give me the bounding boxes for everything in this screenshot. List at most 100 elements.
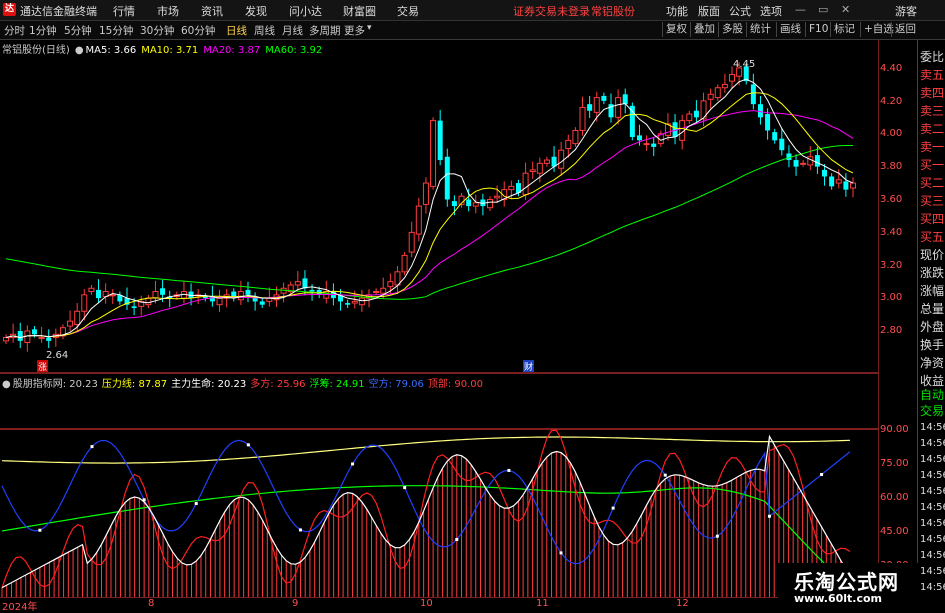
candle-body [302,278,308,289]
main-legend: 常铝股份(日线) ● MA5: 3.66 MA10: 3.71 MA20: 3.87 MA… [2,41,327,56]
btn-fuquan[interactable]: 复权 [662,22,690,37]
price-tick: 2.80 [880,325,903,336]
candle-body [587,104,593,111]
candle-body [843,181,849,190]
candle-body [131,306,137,308]
candle-body [615,97,622,118]
candle-body [466,199,472,207]
btn-back[interactable]: 返回 [891,22,919,37]
tick-time: 14:56 [920,438,945,449]
kongfang-marker [559,551,563,555]
side-change: 涨跌 [920,266,945,280]
period-toolbar: 分时 1分钟 5分钟 15分钟 30分钟 60分钟 日线 周线 月线 多周期 更… [0,21,945,40]
period-1min[interactable]: 1分钟 [29,23,57,38]
candle-body [259,301,265,305]
candle-body [437,120,443,161]
x-tick: 2024年 [2,602,38,613]
period-30min[interactable]: 30分钟 [140,23,174,38]
menu-jiaoyi[interactable]: 交易 [397,3,419,19]
period-more[interactable]: 更多 [344,23,365,38]
side-sell3: 卖三 [920,104,945,118]
side-buy2: 买二 [920,176,945,190]
side-trade[interactable]: 交易 [920,402,945,419]
candle-body [693,110,699,118]
watermark: 乐淘公式网 www.60lt.com [778,563,918,609]
watermark-title: 乐淘公式网 [794,570,899,594]
candle-body [152,291,159,299]
period-5min[interactable]: 5分钟 [64,23,92,38]
side-sell5: 卖五 [920,68,945,82]
kongfang-marker [820,472,824,476]
menu-banmian[interactable]: 版面 [698,3,720,19]
btn-duogu[interactable]: 多股 [718,22,746,37]
candle-body [536,162,543,174]
restore-icon[interactable]: ▭ [818,3,828,16]
menu-hangqing[interactable]: 行情 [113,3,135,19]
candle-body [714,87,721,99]
btn-f10[interactable]: F10 [805,22,831,37]
candle-body [46,337,52,341]
candle-body [729,74,735,82]
tick-time: 14:56 [920,550,945,561]
menu-wenxiaoda[interactable]: 问小达 [289,3,322,19]
panel-divider [0,372,878,374]
quote-side-panel[interactable]: 委比 卖五 卖四 卖三 卖二 卖一 买一 买二 买三 买四 买五 现价 涨跌 涨… [917,40,945,609]
price-tick: 4.00 [880,128,903,139]
btn-biaoji[interactable]: 标记 [830,22,858,37]
side-auto[interactable]: 自动 [920,386,945,403]
watermark-url: www.60lt.com [794,592,883,605]
period-monthly[interactable]: 月线 [282,23,303,38]
legend-toggle-icon[interactable]: ● [75,45,84,56]
btn-tongji[interactable]: 统计 [746,22,774,37]
main-life-line [1,434,851,589]
chevron-down-icon[interactable]: ▾ [367,23,372,33]
candle-body [686,113,693,122]
menu-zixun[interactable]: 资讯 [201,3,223,19]
side-outer: 外盘 [920,320,945,334]
candle-body [309,289,315,292]
period-multi[interactable]: 多周期 [309,23,341,38]
candle-body [494,195,501,199]
minimize-icon[interactable]: — [795,3,806,16]
kongfang-line [1,439,851,565]
candle-body [807,156,814,166]
high-price-label: 4.45 [733,59,756,70]
period-daily[interactable]: 日线 [226,23,247,38]
price-chart[interactable] [0,56,878,372]
tick-time: 14:56 [920,566,945,577]
period-weekly[interactable]: 周线 [254,23,275,38]
candle-body [651,143,657,147]
candle-body [216,297,223,306]
tick-time: 14:56 [920,582,945,593]
menu-gongneng[interactable]: 功能 [666,3,688,19]
candle-body [529,169,536,173]
menu-faxian[interactable]: 发现 [245,3,267,19]
period-60min[interactable]: 60分钟 [181,23,215,38]
menu-caifuquan[interactable]: 财富圈 [343,3,376,19]
close-icon[interactable]: ✕ [841,3,850,16]
menu-gongshi[interactable]: 公式 [729,3,751,19]
candle-body [380,287,387,294]
candle-body [558,149,565,169]
candle-body [387,281,394,288]
candle-body [829,176,835,187]
candle-body [67,320,74,327]
period-15min[interactable]: 15分钟 [99,23,133,38]
candle-body [373,291,380,294]
indicator-chart[interactable] [0,389,878,597]
btn-huaxian[interactable]: 画线 [776,22,804,37]
btn-diejia[interactable]: 叠加 [690,22,718,37]
period-fenshi[interactable]: 分时 [4,23,25,38]
user-guest[interactable]: 游客 [895,3,917,19]
menu-shichang[interactable]: 市场 [157,3,179,19]
ma5-label: MA5: 3.66 [85,45,137,56]
chart-title: 常铝股份(日线) [2,45,70,56]
side-weibi: 委比 [920,50,945,64]
side-turnover: 换手 [920,338,945,352]
candle-body [237,291,244,301]
candle-body [629,105,635,138]
candle-body [31,329,37,335]
price-tick: 3.80 [880,161,903,172]
login-notice[interactable]: 证券交易未登录 [513,3,590,19]
menu-xuanxiang[interactable]: 选项 [760,3,782,19]
